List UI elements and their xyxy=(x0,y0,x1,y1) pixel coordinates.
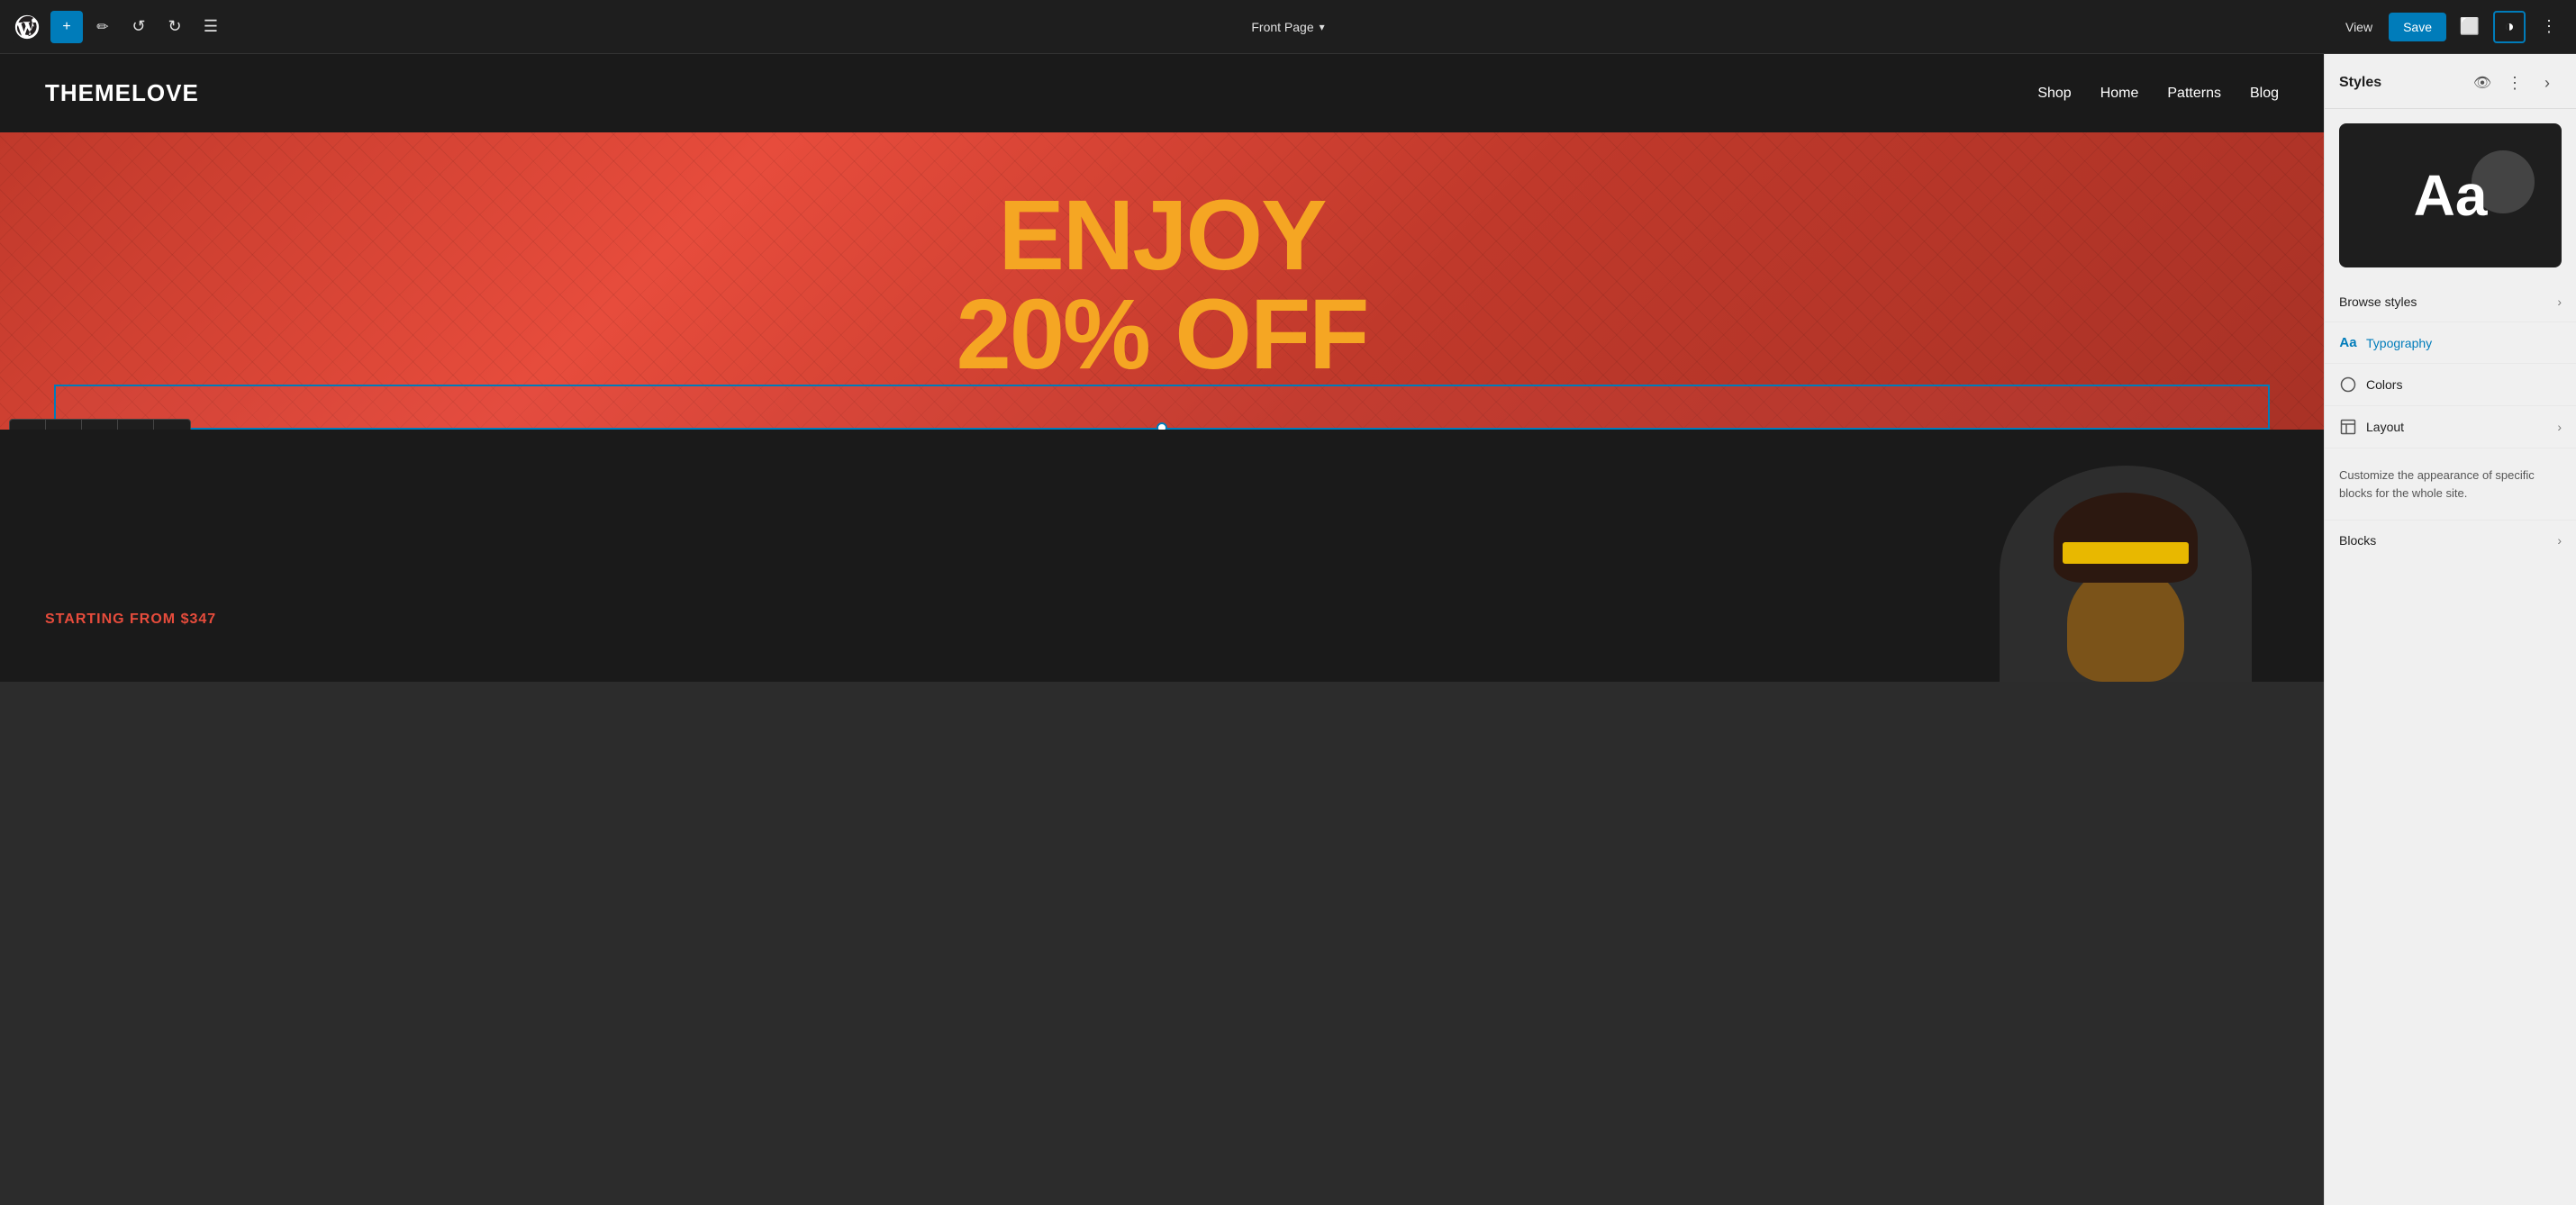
preview-mode-button[interactable]: ⬜ xyxy=(2454,11,2486,43)
blocks-label: Blocks xyxy=(2339,533,2376,548)
panel-header: Styles 👁 ⋮ › xyxy=(2325,54,2576,109)
nav-blog[interactable]: Blog xyxy=(2250,86,2279,102)
styles-toggle-button[interactable]: ◑ xyxy=(2493,11,2526,43)
undo-button[interactable]: ↺ xyxy=(122,11,155,43)
layout-icon xyxy=(2339,419,2357,435)
panel-more-button[interactable]: ⋮ xyxy=(2500,68,2529,97)
nav-shop[interactable]: Shop xyxy=(2037,86,2071,102)
starting-from-text: STARTING FROM $347 xyxy=(45,612,216,646)
toolbar-right-group: View Save ⬜ ◑ ⋮ xyxy=(2336,11,2565,43)
person-hair xyxy=(2054,493,2198,583)
style-preview-card[interactable]: Aa xyxy=(2339,123,2562,267)
person-figure xyxy=(2045,493,2207,682)
wp-logo-button[interactable] xyxy=(11,11,43,43)
undo-icon: ↺ xyxy=(132,17,145,36)
browse-styles-label: Browse styles xyxy=(2339,294,2417,309)
person-image xyxy=(2000,466,2252,682)
preview-icon: ⬜ xyxy=(2460,17,2480,36)
draw-tool-button[interactable]: ✏ xyxy=(86,11,119,43)
panel-expand-button[interactable]: › xyxy=(2533,68,2562,97)
panel-expand-icon: › xyxy=(2544,74,2550,93)
page-title-area: Front Page ▾ xyxy=(1242,14,1333,40)
panel-more-icon: ⋮ xyxy=(2507,74,2523,93)
list-view-button[interactable]: ☰ xyxy=(195,11,227,43)
main-toolbar: + ✏ ↺ ↻ ☰ Front Page ▾ View Save ⬜ xyxy=(0,0,2576,54)
panel-title: Styles xyxy=(2339,75,2381,91)
blocks-chevron: › xyxy=(2557,533,2562,548)
site-logo: THEMELOVE xyxy=(45,79,199,107)
plus-icon: + xyxy=(62,19,70,35)
page-title-label: Front Page xyxy=(1251,20,1313,34)
more-options-button[interactable]: ⋮ xyxy=(2533,11,2565,43)
panel-header-actions: 👁 ⋮ › xyxy=(2468,68,2562,97)
redo-icon: ↻ xyxy=(168,17,181,36)
site-navigation: Shop Home Patterns Blog xyxy=(2037,86,2279,102)
nav-home[interactable]: Home xyxy=(2100,86,2139,102)
site-header: THEMELOVE Shop Home Patterns Blog xyxy=(0,54,2324,132)
block-more-button[interactable]: ⋮ xyxy=(154,420,190,430)
hero-title: ENJOY 20% OFF xyxy=(45,186,2279,385)
colors-item[interactable]: Colors xyxy=(2325,364,2576,406)
chevron-down-icon: ▾ xyxy=(1320,21,1325,33)
right-panel: Styles 👁 ⋮ › Aa Browse styles › xyxy=(2324,54,2576,1205)
toolbar-left-group: + ✏ ↺ ↻ ☰ xyxy=(11,11,227,43)
redo-button[interactable]: ↻ xyxy=(159,11,191,43)
layout-chevron: › xyxy=(2557,420,2562,434)
main-layout: THEMELOVE Shop Home Patterns Blog ENJOY … xyxy=(0,54,2576,1205)
person-headband xyxy=(2063,542,2189,564)
move-block-button[interactable]: ∧∨ xyxy=(118,420,154,430)
typography-item[interactable]: Aa Typography xyxy=(2325,322,2576,364)
drag-block-button[interactable]: ⠿ xyxy=(82,420,118,430)
block-toolbar: ⧉ ⤢ ⠿ ∧∨ ⋮ xyxy=(9,419,191,430)
styles-preview-button[interactable]: 👁 xyxy=(2468,68,2497,97)
hero-line-2: 20% OFF xyxy=(45,285,2279,385)
browse-styles-chevron: › xyxy=(2557,294,2562,309)
nav-patterns[interactable]: Patterns xyxy=(2167,86,2221,102)
selected-block-outline[interactable] xyxy=(54,385,2270,430)
style-preview-text: Aa xyxy=(2414,162,2488,229)
typography-label: Typography xyxy=(2366,336,2432,350)
below-hero-section: STARTING FROM $347 xyxy=(0,430,2324,682)
layout-item[interactable]: Layout › xyxy=(2325,406,2576,448)
page-title-button[interactable]: Front Page ▾ xyxy=(1242,14,1333,40)
list-icon: ☰ xyxy=(204,17,218,36)
colors-label: Colors xyxy=(2366,377,2402,392)
hero-banner: ENJOY 20% OFF ⧉ ⤢ ⠿ ∧∨ ⋮ xyxy=(0,132,2324,430)
pen-icon: ✏ xyxy=(96,18,108,36)
more-icon: ⋮ xyxy=(2541,17,2557,36)
colors-icon xyxy=(2339,376,2357,393)
blocks-item[interactable]: Blocks › xyxy=(2325,521,2576,560)
block-resize-handle[interactable] xyxy=(1156,422,1167,430)
browse-styles-item[interactable]: Browse styles › xyxy=(2325,282,2576,322)
eye-icon: 👁 xyxy=(2473,74,2491,92)
copy-block-button[interactable]: ⧉ xyxy=(10,420,46,430)
add-block-button[interactable]: + xyxy=(50,11,83,43)
hero-line-1: ENJOY xyxy=(45,186,2279,285)
panel-description: Customize the appearance of specific blo… xyxy=(2325,448,2576,521)
layout-label: Layout xyxy=(2366,420,2404,434)
expand-block-button[interactable]: ⤢ xyxy=(46,420,82,430)
save-button[interactable]: Save xyxy=(2389,13,2446,41)
canvas-area[interactable]: THEMELOVE Shop Home Patterns Blog ENJOY … xyxy=(0,54,2324,1205)
view-button[interactable]: View xyxy=(2336,14,2381,40)
typography-icon: Aa xyxy=(2339,335,2357,350)
styles-icon: ◑ xyxy=(2505,17,2515,36)
description-text: Customize the appearance of specific blo… xyxy=(2339,468,2535,500)
